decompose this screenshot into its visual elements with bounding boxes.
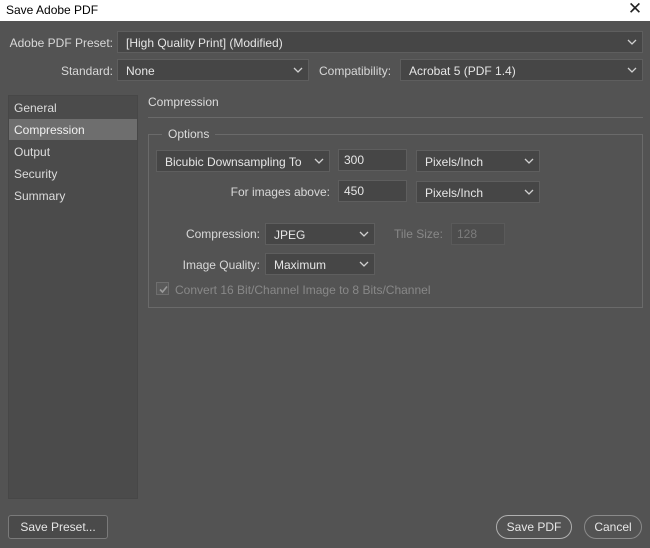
sidebar-item-security[interactable]: Security bbox=[9, 163, 137, 184]
chevron-down-icon bbox=[524, 154, 534, 168]
heading-divider bbox=[148, 117, 643, 118]
convert-16bit-label: Convert 16 Bit/Channel Image to 8 Bits/C… bbox=[175, 283, 431, 297]
above-label: For images above: bbox=[230, 185, 330, 199]
image-quality-value: Maximum bbox=[274, 258, 327, 272]
above-unit-value: Pixels/Inch bbox=[425, 186, 484, 200]
compression-value: JPEG bbox=[274, 228, 306, 242]
above-unit-select[interactable]: Pixels/Inch bbox=[416, 181, 540, 203]
preset-select[interactable]: [High Quality Print] (Modified) bbox=[117, 31, 643, 53]
compatibility-select[interactable]: Acrobat 5 (PDF 1.4) bbox=[400, 59, 643, 81]
downsampling-unit-value: Pixels/Inch bbox=[425, 155, 484, 169]
chevron-down-icon bbox=[359, 227, 369, 241]
sidebar-item-summary[interactable]: Summary bbox=[9, 185, 137, 206]
chevron-down-icon bbox=[293, 63, 303, 77]
downsampling-method-value: Bicubic Downsampling To bbox=[165, 155, 302, 169]
standard-label: Standard: bbox=[60, 64, 113, 78]
sidebar-item-compression[interactable]: Compression bbox=[9, 119, 137, 140]
image-quality-select[interactable]: Maximum bbox=[265, 253, 375, 275]
tile-size-label: Tile Size: bbox=[394, 227, 443, 241]
chevron-down-icon bbox=[524, 185, 534, 199]
sidebar-item-output[interactable]: Output bbox=[9, 141, 137, 162]
downsampling-unit-select[interactable]: Pixels/Inch bbox=[416, 150, 540, 172]
chevron-down-icon bbox=[627, 63, 637, 77]
save-pdf-button[interactable]: Save PDF bbox=[496, 515, 572, 539]
options-group-title: Options bbox=[162, 127, 216, 141]
downsampling-resolution-input[interactable]: 300 bbox=[338, 149, 407, 171]
standard-value: None bbox=[126, 64, 155, 78]
compatibility-value: Acrobat 5 (PDF 1.4) bbox=[409, 64, 516, 78]
tile-size-input[interactable]: 128 bbox=[451, 223, 505, 245]
above-resolution-input[interactable]: 450 bbox=[338, 180, 407, 202]
category-sidebar: General Compression Output Security Summ… bbox=[8, 95, 138, 499]
panel-heading: Compression bbox=[148, 95, 219, 109]
standard-select[interactable]: None bbox=[117, 59, 309, 81]
sidebar-item-general[interactable]: General bbox=[9, 97, 137, 118]
compatibility-label: Compatibility: bbox=[319, 64, 392, 78]
chevron-down-icon bbox=[314, 154, 324, 168]
close-icon[interactable]: ✕ bbox=[624, 0, 646, 19]
convert-16bit-checkbox[interactable] bbox=[156, 282, 169, 295]
save-preset-button[interactable]: Save Preset... bbox=[8, 515, 108, 539]
chevron-down-icon bbox=[627, 35, 637, 49]
downsampling-method-select[interactable]: Bicubic Downsampling To bbox=[156, 150, 330, 172]
preset-value: [High Quality Print] (Modified) bbox=[126, 36, 283, 50]
chevron-down-icon bbox=[359, 257, 369, 271]
preset-label: Adobe PDF Preset: bbox=[9, 36, 113, 50]
image-quality-label: Image Quality: bbox=[182, 258, 260, 272]
window-title: Save Adobe PDF bbox=[6, 3, 99, 17]
cancel-button[interactable]: Cancel bbox=[584, 515, 642, 539]
title-bar: Save Adobe PDF ✕ bbox=[0, 0, 650, 21]
compression-label: Compression: bbox=[185, 227, 260, 241]
compression-select[interactable]: JPEG bbox=[265, 223, 375, 245]
